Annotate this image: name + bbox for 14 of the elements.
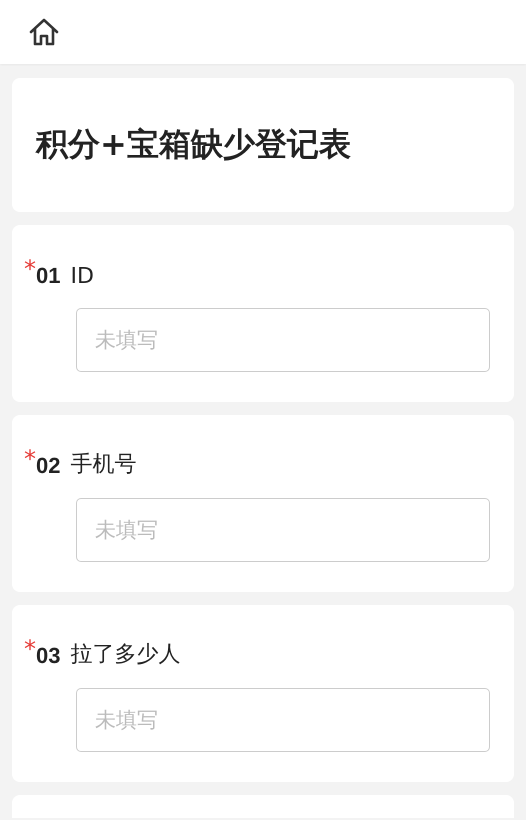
- question-label: 拉了多少人: [70, 641, 180, 669]
- form-title: 积分+宝箱缺少登记表: [36, 124, 351, 165]
- question-number: 03: [36, 643, 60, 669]
- question-label: ID: [70, 264, 94, 289]
- question-number: 01: [36, 263, 60, 289]
- home-icon[interactable]: [28, 17, 60, 47]
- required-asterisk: *: [24, 447, 36, 471]
- required-asterisk: *: [24, 637, 36, 661]
- input-field[interactable]: 未填写: [76, 498, 490, 562]
- input-field[interactable]: 未填写: [76, 688, 490, 752]
- required-asterisk: *: [24, 257, 36, 281]
- input-field[interactable]: 未填写: [76, 308, 490, 372]
- question-label: 手机号: [70, 451, 136, 479]
- question-number: 02: [36, 453, 60, 479]
